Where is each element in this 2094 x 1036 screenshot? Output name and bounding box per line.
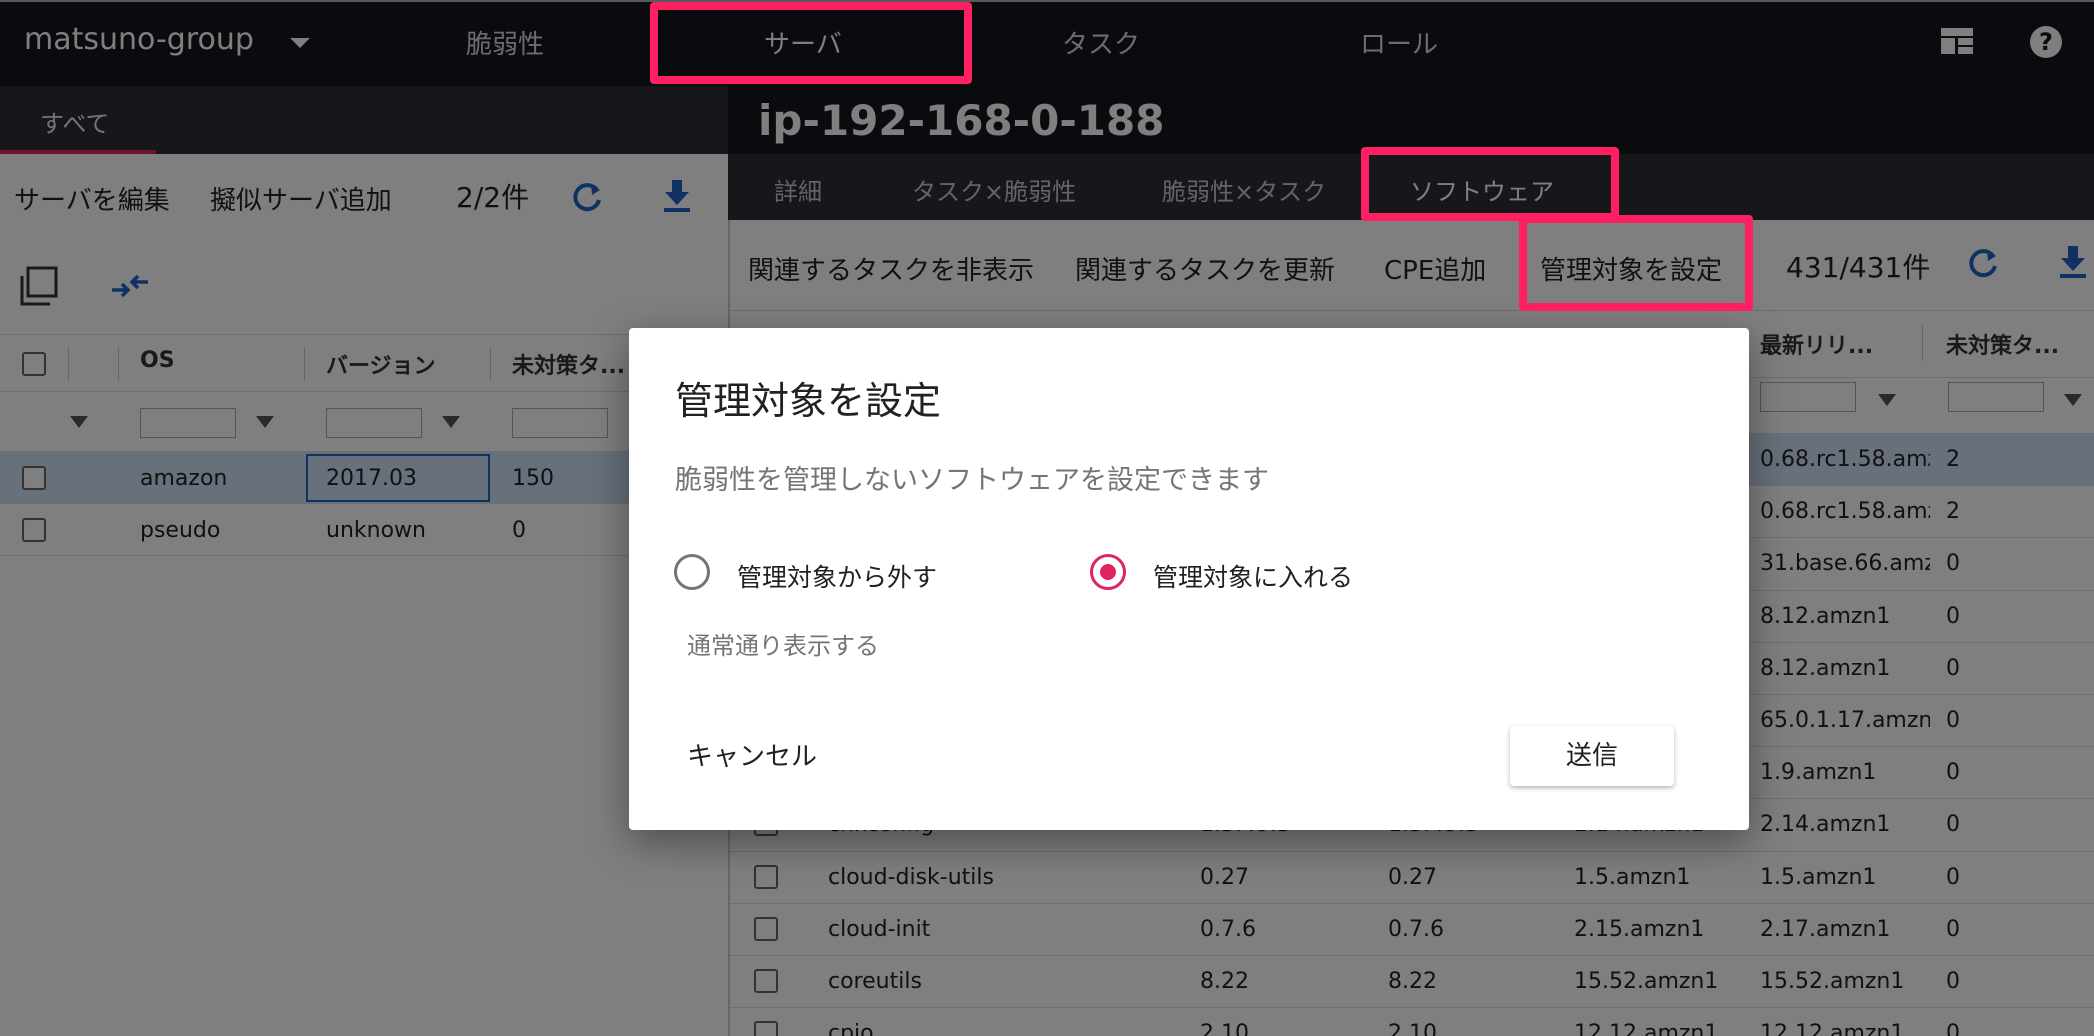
set-managed-dialog: 管理対象を設定 脆弱性を管理しないソフトウェアを設定できます 管理対象から外す … xyxy=(629,328,1749,830)
submit-button[interactable]: 送信 xyxy=(1510,726,1674,786)
cancel-button[interactable]: キャンセル xyxy=(677,728,827,781)
dialog-title: 管理対象を設定 xyxy=(675,379,942,423)
exclude-radio[interactable] xyxy=(674,554,710,590)
exclude-radio-label[interactable]: 管理対象から外す xyxy=(737,558,937,594)
option-hint: 通常通り表示する xyxy=(687,632,879,660)
include-radio[interactable] xyxy=(1090,554,1126,590)
include-radio-label[interactable]: 管理対象に入れる xyxy=(1153,558,1353,594)
dialog-description: 脆弱性を管理しないソフトウェアを設定できます xyxy=(675,465,1269,496)
